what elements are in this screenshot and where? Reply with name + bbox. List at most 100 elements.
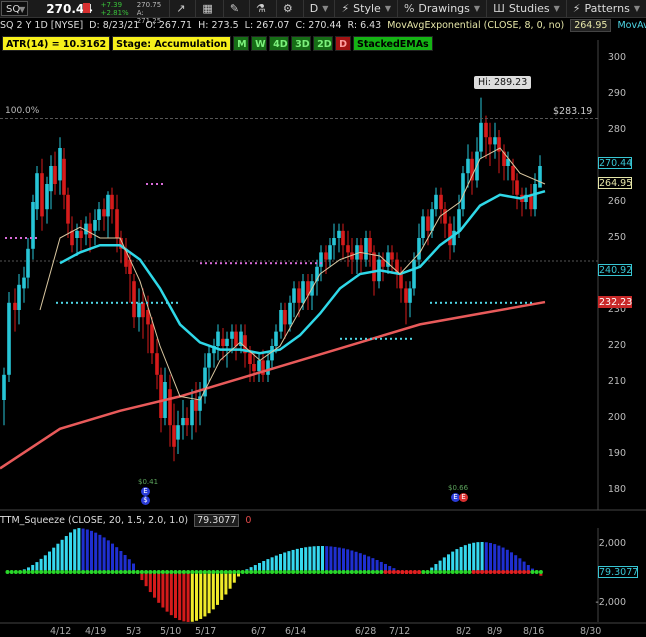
candle-body [97, 209, 101, 220]
squeeze-dot [509, 570, 514, 574]
squeeze-dot [379, 570, 384, 574]
squeeze-dot [43, 570, 48, 574]
support-dot [370, 337, 372, 340]
candle-body [457, 209, 461, 231]
support-dot [295, 262, 297, 265]
support-dot [290, 262, 292, 265]
squeeze-bar [518, 558, 522, 572]
support-dot [530, 301, 532, 304]
squeeze-dot [345, 570, 350, 574]
price-chart[interactable] [0, 0, 646, 635]
support-dot [525, 301, 527, 304]
squeeze-dot [324, 570, 329, 574]
squeeze-dot [496, 570, 501, 574]
candle-body [426, 216, 430, 231]
squeeze-dot [278, 570, 283, 574]
squeeze-dot [307, 570, 312, 574]
candle-body [17, 284, 21, 310]
candle-body [288, 302, 292, 325]
candle-body [207, 353, 211, 368]
squeeze-bar [476, 542, 480, 572]
earnings-icon[interactable]: E [141, 487, 150, 496]
candle-body [479, 122, 483, 152]
support-dot [260, 262, 262, 265]
squeeze-bar [346, 549, 350, 572]
squeeze-bar [329, 546, 333, 572]
date-tick-label: 6/28 [355, 626, 377, 637]
squeeze-dot [534, 570, 539, 574]
squeeze-bar [69, 532, 72, 572]
squeeze-dot [282, 570, 287, 574]
support-dot [450, 301, 452, 304]
squeeze-dot [22, 570, 27, 574]
squeeze-bar [354, 551, 358, 572]
squeeze-study-label[interactable]: TTM_Squeeze (CLOSE, 20, 1.5, 2.0, 1.0) [0, 515, 188, 526]
squeeze-dot [429, 570, 434, 574]
support-dot [96, 301, 98, 304]
candle-body [102, 209, 106, 217]
squeeze-dot [484, 570, 489, 574]
support-dot [116, 301, 118, 304]
candle-body [493, 137, 497, 145]
date-tick-label: 5/3 [126, 626, 142, 637]
squeeze-bar [157, 572, 161, 603]
support-dot [395, 337, 397, 340]
squeeze-dot [358, 570, 363, 574]
squeeze-dot [391, 570, 396, 574]
earnings-icon[interactable]: E [459, 493, 468, 502]
support-dot [220, 262, 222, 265]
dividend-icon[interactable]: $ [141, 496, 150, 505]
squeeze-dot [366, 570, 371, 574]
squeeze-dot [215, 570, 220, 574]
squeeze-dot [286, 570, 291, 574]
squeeze-bar [119, 550, 123, 572]
candle-body [404, 288, 408, 303]
candle-body [185, 418, 189, 426]
squeeze-bar [90, 530, 93, 572]
candle-body [434, 194, 438, 210]
squeeze-dot [303, 570, 308, 574]
squeeze-dot [181, 570, 186, 574]
squeeze-bar [497, 545, 501, 572]
last-price-tag: 270.44 [598, 157, 633, 169]
squeeze-dot [417, 570, 422, 574]
squeeze-dot [442, 570, 447, 574]
candle-body [439, 194, 443, 210]
support-dot [35, 237, 37, 239]
support-dot [365, 337, 367, 340]
squeeze-dot [501, 570, 506, 574]
squeeze-bar [190, 572, 194, 622]
candle-body [22, 277, 26, 289]
squeeze-bar [312, 546, 316, 572]
squeeze-dot [194, 570, 199, 574]
squeeze-dot [425, 570, 430, 574]
date-tick-label: 4/19 [85, 626, 107, 637]
squeeze-dot [152, 570, 157, 574]
support-dot [400, 337, 402, 340]
support-dot [91, 301, 93, 304]
support-dot [305, 262, 307, 265]
squeeze-dot [522, 570, 527, 574]
squeeze-dot [375, 570, 380, 574]
support-dot [445, 301, 447, 304]
support-dot [151, 183, 153, 185]
squeeze-bar [510, 552, 513, 572]
squeeze-bar [270, 557, 274, 572]
support-dot [460, 301, 462, 304]
squeeze-dot [110, 570, 115, 574]
squeeze-dot [211, 570, 216, 574]
squeeze-dot [144, 570, 149, 574]
candle-body [292, 288, 296, 303]
squeeze-dot [127, 570, 132, 574]
ema8-tag: 264.95 [598, 177, 633, 189]
squeeze-dot [526, 570, 531, 574]
squeeze-bar [161, 572, 165, 608]
date-tick-label: 5/17 [195, 626, 217, 637]
squeeze-dot [488, 570, 493, 574]
squeeze-dot [223, 570, 228, 574]
support-dot [275, 262, 277, 265]
squeeze-bar [60, 539, 64, 572]
candle-body [172, 425, 176, 447]
squeeze-dot [135, 570, 140, 574]
squeeze-dot [177, 570, 182, 574]
